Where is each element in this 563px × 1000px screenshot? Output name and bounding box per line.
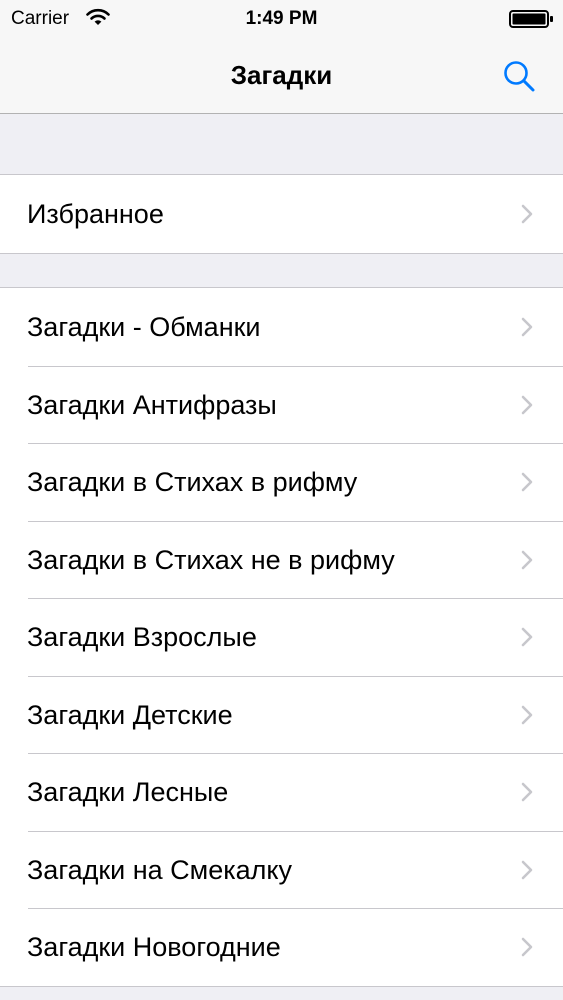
search-icon (504, 61, 535, 92)
favorites-cell[interactable]: Избранное (0, 175, 563, 253)
chevron-right-icon (521, 705, 533, 724)
category-cell[interactable]: Загадки в Стихах не в рифму (0, 520, 563, 598)
categories-section: Загадки - Обманки Загадки Антифразы Зага… (0, 287, 563, 987)
navigation-bar: Загадки (0, 38, 563, 114)
category-label: Загадки в Стихах в рифму (27, 467, 358, 497)
category-cell[interactable]: Загадки в Стихах в рифму (0, 443, 563, 521)
favorites-label: Избранное (27, 199, 164, 229)
category-cell[interactable]: Загадки Взрослые (0, 598, 563, 676)
category-label: Загадки Новогодние (27, 932, 281, 962)
favorites-section: Избранное (0, 174, 563, 254)
battery-icon (509, 10, 553, 28)
chevron-right-icon (521, 204, 533, 224)
chevron-right-icon (521, 627, 533, 647)
status-time: 1:49 PM (245, 8, 318, 29)
category-label: Загадки на Смекалку (27, 854, 293, 885)
chevron-right-icon (521, 937, 533, 957)
chevron-right-icon (521, 395, 533, 414)
nav-title: Загадки (230, 60, 333, 90)
chevron-right-icon (521, 782, 533, 802)
search-button[interactable] (496, 54, 542, 96)
category-cell[interactable]: Загадки на Смекалку (0, 830, 563, 908)
category-label: Загадки Антифразы (27, 389, 277, 420)
category-label: Загадки - Обманки (27, 312, 261, 342)
category-cell[interactable]: Загадки Новогодние (0, 908, 563, 986)
category-cell[interactable]: Загадки Лесные (0, 753, 563, 831)
chevron-right-icon (521, 317, 533, 337)
category-label: Загадки Детские (27, 699, 233, 730)
category-label: Загадки Лесные (27, 777, 229, 807)
category-label: Загадки Взрослые (27, 622, 257, 652)
screen: Carrier 1:49 PM Загадки Избранное Загадк… (0, 0, 563, 1000)
status-bar: Carrier 1:49 PM (0, 0, 563, 38)
category-cell[interactable]: Загадки Детские (0, 675, 563, 753)
chevron-right-icon (521, 550, 533, 569)
chevron-right-icon (521, 472, 533, 492)
category-cell[interactable]: Загадки Антифразы (0, 365, 563, 443)
category-label: Загадки в Стихах не в рифму (27, 544, 395, 575)
category-cell[interactable]: Загадки - Обманки (0, 288, 563, 366)
chevron-right-icon (521, 860, 533, 879)
